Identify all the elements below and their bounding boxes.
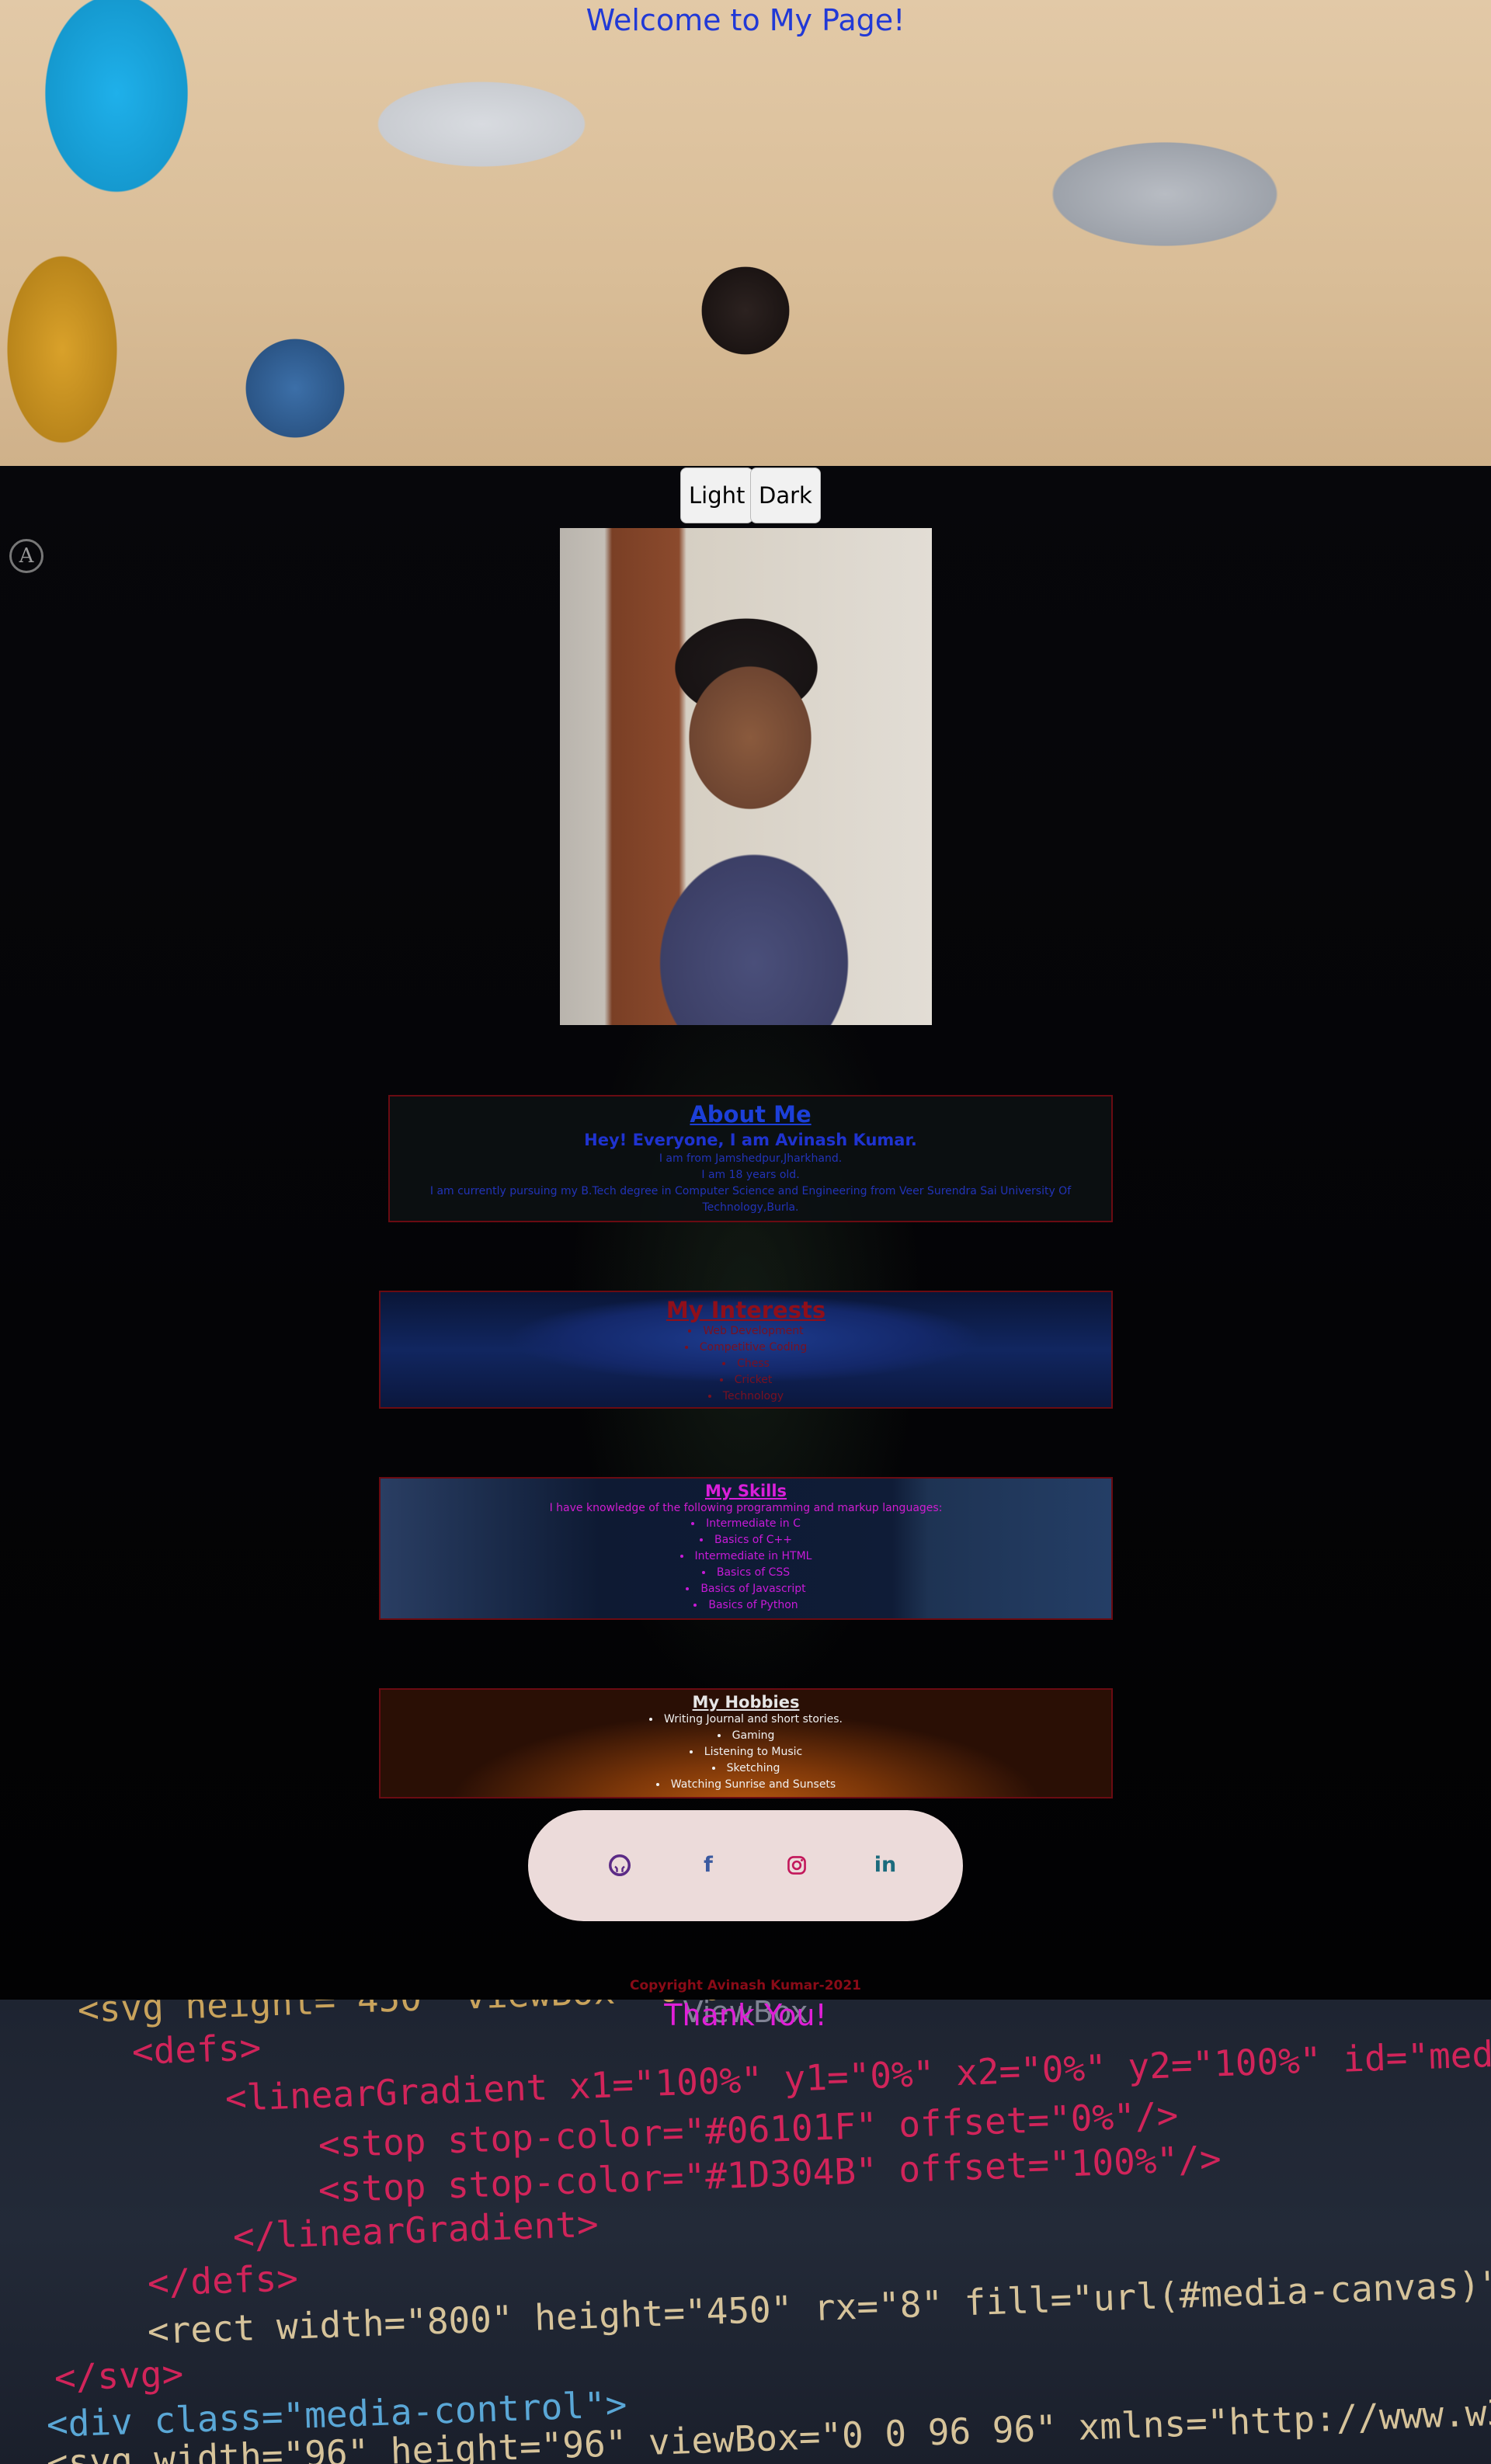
code-line: </defs> xyxy=(147,2257,299,2304)
thank-you-text: Thank You! xyxy=(664,1998,827,2032)
code-line: </linearGradient> xyxy=(232,2202,600,2257)
instagram-link[interactable] xyxy=(778,1847,815,1884)
about-greeting: Hey! Everyone, I am Avinash Kumar. xyxy=(584,1131,917,1149)
facebook-icon: f xyxy=(704,1853,713,1877)
interests-section: My Interests Web Development Competitive… xyxy=(379,1291,1113,1409)
code-line: <rect width="800" height="450" rx="8" fi… xyxy=(147,2247,1491,2352)
list-item: Intermediate in C xyxy=(381,1516,1111,1532)
list-item: Basics of C++ xyxy=(381,1532,1111,1548)
code-line: </svg> xyxy=(54,2352,185,2399)
linkedin-link[interactable]: in xyxy=(867,1847,904,1884)
about-line: I am 18 years old. xyxy=(701,1169,800,1181)
instagram-icon xyxy=(787,1856,806,1875)
avengers-logo-icon: A xyxy=(9,539,43,573)
interests-heading: My Interests xyxy=(666,1297,826,1323)
about-line: I am from Jamshedpur,Jharkhand. xyxy=(659,1152,843,1165)
hero-banner xyxy=(0,0,1491,466)
skills-list: Intermediate in C Basics of C++ Intermed… xyxy=(381,1516,1111,1614)
profile-photo xyxy=(560,528,932,1025)
code-line: <defs> xyxy=(131,2026,262,2073)
about-heading: About Me xyxy=(690,1101,812,1128)
list-item: Competitive Coding xyxy=(381,1340,1111,1356)
list-item: Basics of Javascript xyxy=(381,1581,1111,1597)
list-item: Listening to Music xyxy=(381,1744,1111,1760)
list-item: Basics of Python xyxy=(381,1597,1111,1614)
list-item: Basics of CSS xyxy=(381,1565,1111,1581)
dark-theme-button[interactable]: Dark xyxy=(750,467,821,523)
linkedin-icon: in xyxy=(874,1853,897,1877)
skills-section: My Skills I have knowledge of the follow… xyxy=(379,1477,1113,1620)
skills-heading: My Skills xyxy=(704,1482,787,1500)
list-item: Cricket xyxy=(381,1372,1111,1388)
about-line: Technology,Burla. xyxy=(702,1201,799,1214)
list-item: Chess xyxy=(381,1356,1111,1372)
facebook-link[interactable]: f xyxy=(690,1847,727,1884)
list-item: Gaming xyxy=(381,1728,1111,1744)
skills-intro: I have knowledge of the following progra… xyxy=(549,1502,943,1514)
interests-list: Web Development Competitive Coding Chess… xyxy=(381,1323,1111,1405)
github-icon xyxy=(609,1854,631,1876)
social-links: f in xyxy=(528,1810,963,1921)
hobbies-list: Writing Journal and short stories. Gamin… xyxy=(381,1712,1111,1793)
page-title: Welcome to My Page! xyxy=(586,3,905,37)
list-item: Watching Sunrise and Sunsets xyxy=(381,1777,1111,1793)
list-item: Writing Journal and short stories. xyxy=(381,1712,1111,1728)
copyright-text: Copyright Avinash Kumar-2021 xyxy=(629,1978,862,1993)
list-item: Web Development xyxy=(381,1323,1111,1340)
hobbies-heading: My Hobbies xyxy=(692,1693,800,1712)
light-theme-button[interactable]: Light xyxy=(680,467,754,523)
list-item: Technology xyxy=(381,1388,1111,1405)
github-link[interactable] xyxy=(601,1847,638,1884)
about-line: I am currently pursuing my B.Tech degree… xyxy=(429,1185,1072,1197)
list-item: Sketching xyxy=(381,1760,1111,1777)
code-background: <svg height="450" viewBox="0 0 800 450" … xyxy=(0,2000,1491,2464)
hobbies-section: My Hobbies Writing Journal and short sto… xyxy=(379,1688,1113,1798)
list-item: Intermediate in HTML xyxy=(381,1548,1111,1565)
about-section: About Me Hey! Everyone, I am Avinash Kum… xyxy=(388,1095,1113,1222)
